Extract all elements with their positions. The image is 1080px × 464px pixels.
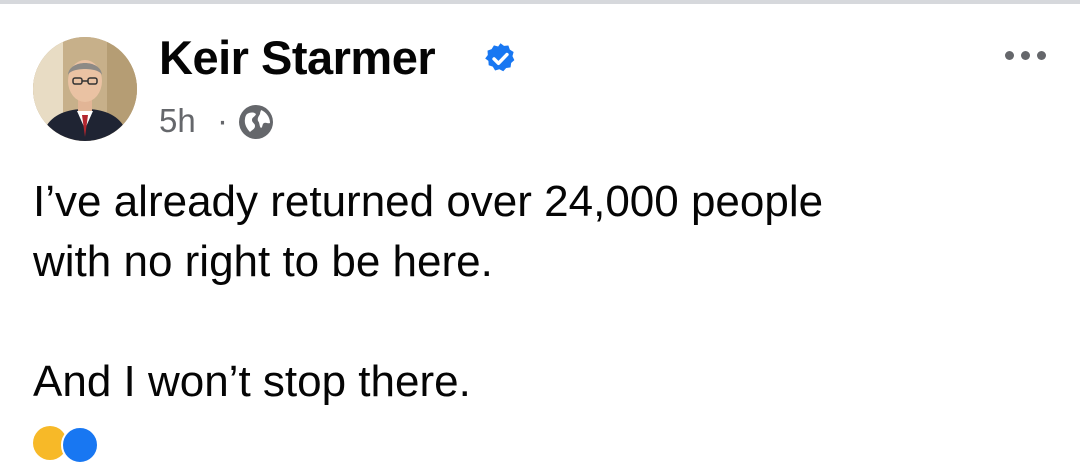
more-options-icon: [1005, 51, 1014, 60]
post-text-paragraph: And I won’t stop there.: [33, 357, 471, 406]
meta-separator: ·: [217, 102, 228, 139]
verified-badge-icon: [485, 43, 515, 72]
post-text-line: I’ve already returned over 24,000 people: [33, 177, 824, 226]
more-options-dot: [1021, 51, 1030, 60]
post-text-line: with no right to be here.: [33, 237, 493, 286]
reaction-bar[interactable]: [33, 420, 1073, 464]
post-timestamp[interactable]: 5h: [159, 101, 196, 141]
more-options-dot: [1037, 51, 1046, 60]
author-name[interactable]: Keir Starmer: [159, 30, 436, 86]
globe-icon: [239, 105, 273, 139]
post-top-divider: [0, 0, 1080, 4]
post-body: I’ve already returned over 24,000 people…: [33, 172, 1053, 412]
author-avatar[interactable]: [33, 37, 137, 141]
more-options-button[interactable]: [1000, 40, 1052, 70]
